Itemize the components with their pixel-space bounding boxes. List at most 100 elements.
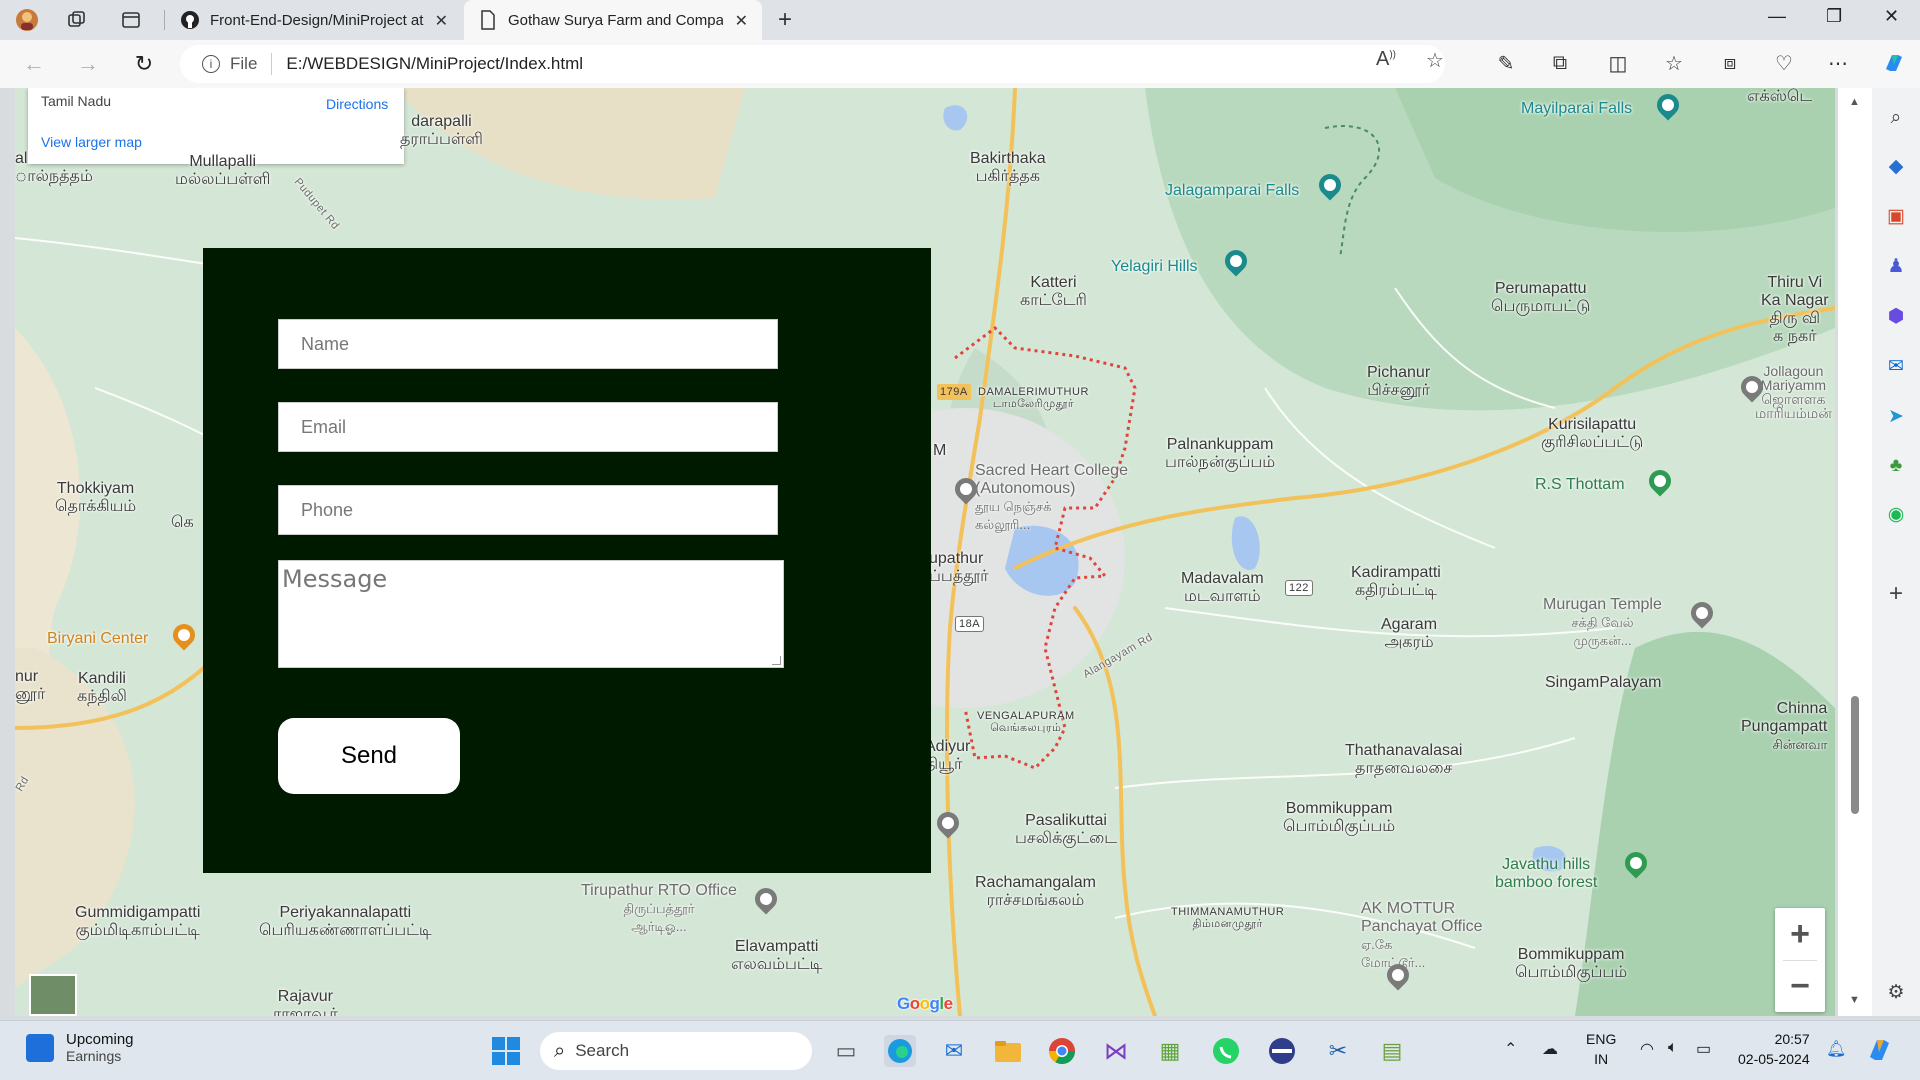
page-scrollbar[interactable]: ▲ ▼ (1838, 88, 1872, 1016)
settings-gear-icon[interactable]: ⚙ (1884, 980, 1908, 1004)
map-poi-label: Mayilparai Falls (1521, 100, 1633, 117)
map-place-label: கெ (171, 514, 194, 531)
map-poi-label: AK MOTTUR Panchayat Office ஏ.கே மோட்டூர்... (1361, 900, 1483, 970)
add-sidebar-icon[interactable]: + (1884, 580, 1908, 607)
embedded-map[interactable]: Tamil Nadu Directions View larger map da… (15, 88, 1835, 1016)
outlook-icon[interactable]: ✉ (1884, 354, 1908, 378)
resize-grip-icon[interactable] (772, 656, 781, 665)
collections-icon[interactable]: ⧈ (1716, 49, 1744, 77)
whatsapp-icon[interactable] (1210, 1035, 1242, 1067)
games-icon[interactable]: ♟ (1884, 254, 1908, 278)
microsoft365-icon[interactable]: ⬢ (1884, 304, 1908, 328)
site-info-icon[interactable]: i (202, 55, 220, 73)
visual-studio-icon[interactable]: ⋈ (1100, 1035, 1132, 1067)
map-place-label: Bommikuppam பொம்மிகுப்பம் (1283, 800, 1396, 835)
widgets-button[interactable]: Upcoming Earnings (26, 1031, 134, 1064)
tab-separator (164, 10, 165, 30)
map-poi-label: Tirupathur RTO Office திருப்பத்தூர் ஆர்டிஓ… (581, 882, 737, 934)
map-poi-label: Sacred Heart College (Autonomous) தூய நெஞ்… (975, 462, 1128, 532)
copilot-taskbar-icon[interactable] (1866, 1035, 1894, 1068)
clock[interactable]: 20:57 02-05-2024 (1738, 1029, 1810, 1069)
scroll-thumb[interactable] (1851, 696, 1859, 814)
close-tab-icon[interactable]: ✕ (435, 11, 448, 31)
restore-icon[interactable]: ❐ (1826, 6, 1842, 27)
volume-icon[interactable]: 🔈︎ (1668, 1039, 1678, 1057)
region-code: IN (1594, 1051, 1609, 1067)
language-indicator[interactable]: ENG IN (1586, 1029, 1616, 1069)
address-bar[interactable]: i File E:/WEBDESIGN/MiniProject/Index.ht… (180, 45, 1445, 83)
message-textarea[interactable]: Message (278, 560, 784, 668)
snipping-tool-icon[interactable]: ✂ (1322, 1035, 1354, 1067)
task-view-icon[interactable]: ▭ (830, 1035, 862, 1067)
stocks-icon (26, 1033, 54, 1062)
extensions-icon[interactable]: ⧉ (1546, 49, 1574, 77)
zoom-out-icon[interactable]: − (1775, 960, 1825, 1012)
name-input[interactable]: Name (278, 319, 778, 369)
map-place-label: Adiyur தியூர் (925, 738, 971, 773)
satellite-toggle[interactable] (29, 974, 77, 1016)
back-icon[interactable]: ← (20, 50, 48, 78)
media-app-icon[interactable] (1266, 1035, 1298, 1067)
send-button[interactable]: Send (278, 718, 460, 794)
google-logo: Google (897, 994, 953, 1013)
favorite-star-icon[interactable]: ☆ (1426, 48, 1444, 73)
battery-icon[interactable]: ▭ (1696, 1039, 1711, 1059)
workspaces-icon[interactable] (64, 8, 90, 32)
copilot-icon[interactable] (1880, 49, 1908, 77)
refresh-icon[interactable]: ↻ (130, 50, 158, 78)
taskbar-search[interactable]: ⌕ Search (540, 1032, 812, 1070)
onedrive-icon[interactable]: ☁ (1542, 1039, 1558, 1059)
map-place-label: Chinna Pungampatt சின்னவா (1741, 700, 1828, 752)
map-place-label: Perumapattu பெருமாபட்டு (1491, 280, 1591, 315)
tab-title: Front-End-Design/MiniProject at (210, 11, 424, 29)
zoom-in-icon[interactable]: + (1775, 908, 1825, 960)
phone-input[interactable]: Phone (278, 485, 778, 535)
edge-sidebar: ⌕ ◆ ▣ ♟ ⬢ ✉ ➤ ♣ ◉ + ⚙ (1872, 88, 1920, 1016)
close-tab-icon[interactable]: ✕ (735, 11, 748, 31)
mail-icon[interactable]: ✉ (938, 1035, 970, 1067)
map-place-label: Thathanavalasai தாதனவலசை (1345, 742, 1463, 777)
notepad-icon[interactable]: ▤ (1376, 1035, 1408, 1067)
show-hidden-icons[interactable]: ⌃ (1504, 1039, 1517, 1059)
minimize-icon[interactable]: — (1768, 6, 1786, 27)
sticky-tools-icon[interactable]: ▦ (1154, 1035, 1186, 1067)
url-text[interactable]: E:/WEBDESIGN/MiniProject/Index.html (286, 54, 583, 74)
tree-icon[interactable]: ♣ (1884, 454, 1908, 478)
telegram-icon[interactable]: ➤ (1884, 404, 1908, 428)
url-separator (271, 53, 273, 75)
tab-bar: Front-End-Design/MiniProject at ✕ Gothaw… (0, 0, 1920, 40)
search-icon[interactable]: ⌕ (1884, 106, 1908, 130)
favorites-icon[interactable]: ☆ (1660, 49, 1688, 77)
file-explorer-icon[interactable] (992, 1035, 1024, 1067)
widget-title: Upcoming (66, 1031, 134, 1048)
scroll-down-icon[interactable]: ▼ (1849, 994, 1860, 1006)
tab-actions-icon[interactable] (118, 8, 144, 32)
chrome-icon[interactable] (1046, 1035, 1078, 1067)
read-aloud-icon[interactable]: A)) (1376, 48, 1396, 71)
map-place-label: Kandili கந்திலி (77, 670, 127, 705)
edge-browser-icon[interactable] (884, 1035, 916, 1067)
split-screen-icon[interactable]: ◫ (1604, 49, 1632, 77)
profile-avatar-icon[interactable] (14, 8, 40, 32)
windows-start-icon[interactable] (490, 1035, 522, 1067)
scroll-up-icon[interactable]: ▲ (1849, 96, 1860, 108)
shopping-tag-icon[interactable]: ◆ (1884, 154, 1908, 178)
close-window-icon[interactable]: ✕ (1884, 6, 1899, 27)
search-label: Search (575, 1041, 630, 1060)
tools-icon[interactable]: ▣ (1884, 204, 1908, 228)
tab-github[interactable]: Front-End-Design/MiniProject at ✕ (166, 0, 462, 40)
wifi-icon[interactable]: ◠ (1640, 1039, 1654, 1059)
notifications-bell-icon[interactable]: 🔔︎ (1826, 1039, 1846, 1059)
directions-link[interactable]: Directions (326, 96, 388, 112)
spotify-icon[interactable]: ◉ (1884, 502, 1908, 526)
forward-icon[interactable]: → (74, 50, 102, 78)
email-input[interactable]: Email (278, 402, 778, 452)
tab-gothaw[interactable]: Gothaw Surya Farm and Compan ✕ (464, 0, 762, 40)
view-larger-map-link[interactable]: View larger map (41, 134, 142, 150)
more-menu-icon[interactable]: ⋯ (1824, 49, 1852, 77)
browser-essentials-icon[interactable]: ♡ (1770, 49, 1798, 77)
highway-shield: 18A (955, 616, 985, 632)
new-tab-button[interactable]: + (778, 6, 792, 34)
clock-time: 20:57 (1774, 1031, 1810, 1047)
pen-icon[interactable]: ✎ (1492, 49, 1520, 77)
